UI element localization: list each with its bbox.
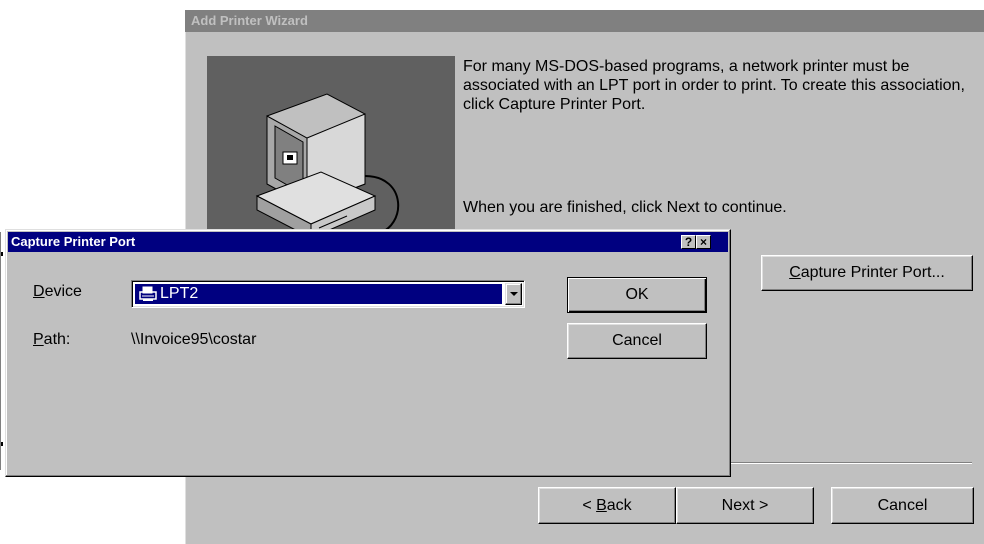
wizard-cancel-label: Cancel [877,496,928,514]
capture-printer-port-button[interactable]: Capture Printer Port... [761,255,973,291]
next-button[interactable]: Next > [676,487,814,524]
wizard-title: Add Printer Wizard [191,13,308,28]
device-combobox[interactable]: LPT2 [131,280,525,308]
wizard-cancel-button[interactable]: Cancel [831,487,974,524]
device-selected-value: LPT2 [135,284,502,304]
device-value: LPT2 [160,285,199,302]
printer-icon [139,286,157,301]
path-value: \\Invoice95\costar [131,331,257,348]
next-label: Next > [721,496,769,514]
window-edge-artifact [0,232,3,470]
capture-printer-port-label: Capture Printer Port... [789,264,945,281]
close-icon: × [699,235,707,249]
dialog-title: Capture Printer Port [11,234,136,249]
capture-printer-port-dialog: Capture Printer Port ? × Device LPT2 Pat… [5,229,731,477]
dialog-titlebar[interactable]: Capture Printer Port [8,232,728,252]
ok-button[interactable]: OK [567,277,707,313]
close-button[interactable]: × [696,235,711,249]
ok-label: OK [625,286,649,303]
back-button[interactable]: < Back [538,487,676,524]
dialog-cancel-label: Cancel [612,332,662,349]
wizard-instructions: For many MS-DOS-based programs, a networ… [463,58,965,113]
dropdown-arrow-icon[interactable] [505,283,522,305]
help-icon: ? [684,235,693,249]
device-label: Device [33,283,82,300]
dialog-cancel-button[interactable]: Cancel [567,323,707,359]
wizard-finish-text: When you are finished, click Next to con… [463,199,787,216]
wizard-titlebar[interactable]: Add Printer Wizard [185,10,984,32]
help-button[interactable]: ? [681,235,696,249]
back-label: < Back [582,496,632,514]
path-label: Path: [33,331,71,348]
